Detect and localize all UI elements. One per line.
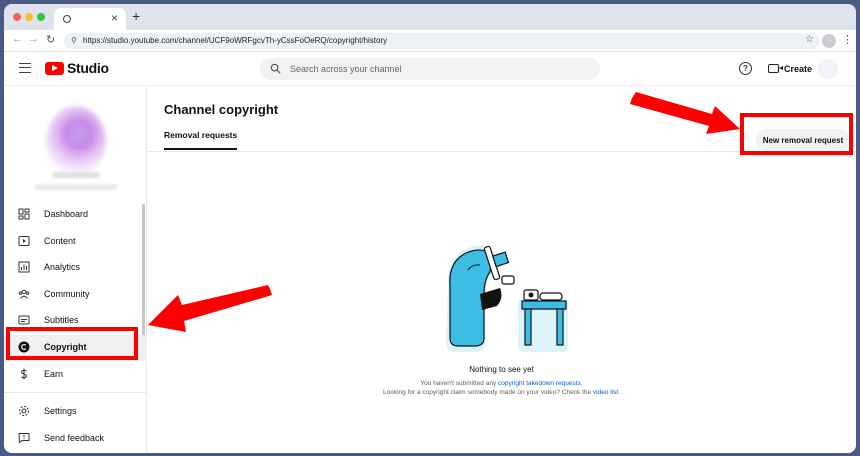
url-text[interactable]: https://studio.youtube.com/channel/UCF9o… [83,36,387,45]
analytics-icon [18,261,30,273]
search-input[interactable] [290,62,590,76]
reload-icon[interactable]: ↻ [46,33,55,46]
sidebar-item-label: Send feedback [44,433,105,443]
subtitles-icon [18,315,30,325]
browser-tab-strip: × + [4,4,856,30]
account-avatar[interactable] [818,59,838,79]
sidebar-item-analytics[interactable]: Analytics [4,255,147,281]
video-list-link[interactable]: video list [593,389,618,396]
arrow-to-new-request-icon [630,92,740,134]
browser-profile-icon[interactable] [822,34,836,48]
video-camera-icon [768,64,783,73]
back-arrow-icon[interactable]: ← [12,33,23,45]
forward-arrow-icon[interactable]: → [28,33,39,45]
empty-state-text: . [580,380,583,387]
close-window-button[interactable] [13,13,21,21]
browser-window: × + ← → ↻ ⚲ https://studio.youtube.com/c… [4,4,856,453]
sidebar-item-label: Analytics [44,262,81,272]
sidebar-item-settings[interactable]: Settings [4,399,147,425]
sidebar-item-label: Community [44,289,90,299]
studio-header: Studio ? Create [4,52,856,86]
sidebar-item-label: Earn [44,369,64,379]
earn-icon [21,368,27,380]
sidebar-item-label: Dashboard [44,209,89,219]
sidebar-item-label: Subtitles [44,315,79,325]
tab-close-icon[interactable]: × [111,11,118,25]
content-icon [18,236,30,246]
tab-removal-requests[interactable]: Removal requests [164,130,238,150]
copyright-takedown-requests-link[interactable]: copyright takedown requests [498,380,581,387]
empty-state-hint: Looking for a copyright claim somebody m… [147,389,856,396]
channel-handle-blurred [34,184,118,190]
dashboard-icon [18,208,30,220]
browser-toolbar: ← → ↻ ⚲ https://studio.youtube.com/chann… [4,30,856,52]
sidebar: Dashboard Content Analytics Community Su… [4,86,147,453]
help-icon[interactable]: ? [739,62,752,75]
minimize-window-button[interactable] [25,13,33,21]
copyright-highlight-box [6,327,138,360]
hamburger-menu-icon[interactable] [19,63,31,73]
create-button[interactable]: Create [762,59,814,79]
page-title: Channel copyright [164,102,279,117]
studio-logo-text[interactable]: Studio [67,60,109,76]
sidebar-item-earn[interactable]: Earn [4,362,147,388]
site-info-icon[interactable]: ⚲ [71,36,77,45]
sidebar-item-community[interactable]: Community [4,282,147,308]
empty-state-illustration [446,245,568,352]
address-bar[interactable]: ⚲ https://studio.youtube.com/channel/UCF… [64,33,820,49]
settings-icon [19,406,29,416]
arrow-to-copyright-icon [148,285,272,332]
sidebar-item-label: Settings [44,406,77,416]
empty-state-title: Nothing to see yet [469,365,534,374]
channel-avatar[interactable] [46,106,106,176]
feedback-icon [18,433,30,444]
bookmark-star-icon[interactable]: ☆ [805,34,814,45]
zoom-window-button[interactable] [37,13,45,21]
new-request-highlight-box [740,113,853,155]
search-bar[interactable] [260,58,600,80]
empty-state-text: . [618,389,621,396]
channel-name-blurred [52,172,100,178]
search-icon [270,63,281,74]
empty-state-text: Looking for a copyright claim somebody m… [382,389,593,396]
browser-menu-icon[interactable]: ⋮ [842,33,853,46]
create-label: Create [784,64,813,74]
sidebar-item-dashboard[interactable]: Dashboard [4,202,147,228]
new-tab-button[interactable]: + [132,8,140,24]
sidebar-item-content[interactable]: Content [4,229,147,255]
favicon-icon [63,15,71,23]
sidebar-divider [4,392,147,393]
empty-state-text: You haven't submitted any [420,380,499,387]
youtube-logo-icon[interactable] [45,62,64,75]
browser-tab[interactable]: × [54,8,126,30]
sidebar-item-label: Content [44,236,76,246]
sidebar-item-send-feedback[interactable]: Send feedback [4,426,147,452]
community-icon [18,289,30,299]
empty-state-message: You haven't submitted any copyright take… [147,380,856,387]
